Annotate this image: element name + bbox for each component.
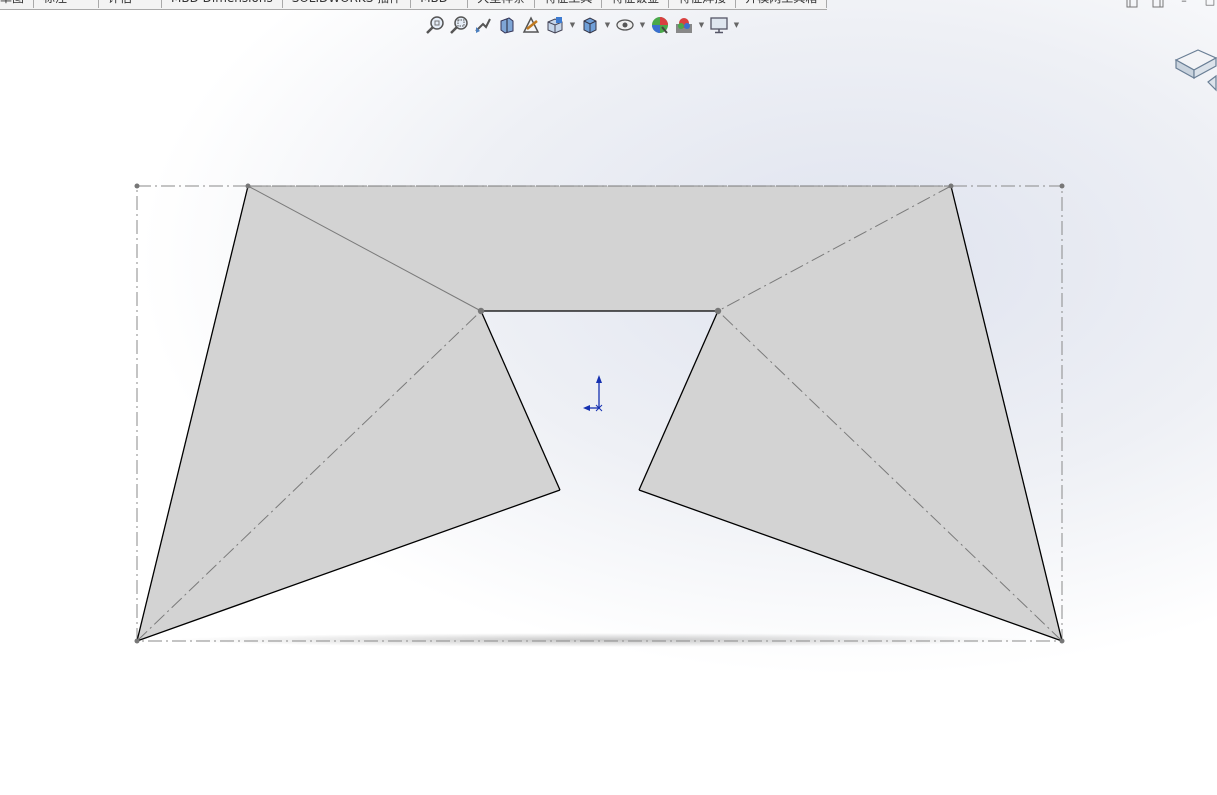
point-bottom-right[interactable]: [1059, 638, 1065, 644]
sketch-region-face[interactable]: [137, 186, 1062, 641]
point-top-right[interactable]: [948, 183, 954, 189]
point-top-left[interactable]: [245, 183, 251, 189]
point-rect-top-right[interactable]: [1059, 183, 1065, 189]
point-notch-left[interactable]: [477, 307, 485, 315]
origin-icon[interactable]: [583, 375, 603, 412]
point-bottom-left[interactable]: [134, 638, 140, 644]
point-rect-top-left[interactable]: [134, 183, 140, 189]
floor-shadow: [170, 633, 1030, 647]
sketch-canvas[interactable]: [0, 0, 1217, 795]
point-notch-right[interactable]: [714, 307, 722, 315]
